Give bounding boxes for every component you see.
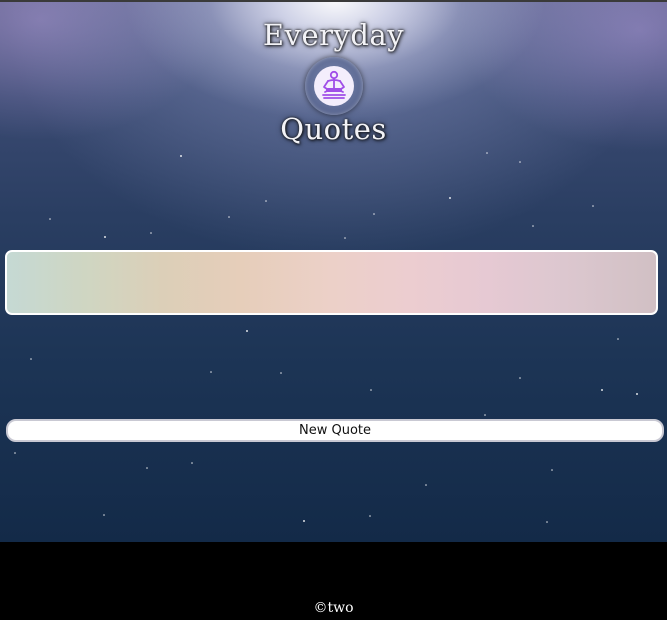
new-quote-button[interactable]: New Quote <box>6 419 664 442</box>
app-title-bottom: Quotes <box>280 112 387 146</box>
copyright-text: ©two <box>313 600 354 616</box>
quote-box <box>5 250 658 315</box>
top-border <box>0 0 667 2</box>
page: Everyday Quotes New Quote ©two <box>0 0 667 620</box>
meditation-icon <box>314 66 354 106</box>
quote-text <box>19 262 644 303</box>
app-title-top: Everyday <box>262 18 405 52</box>
logo <box>305 57 363 115</box>
